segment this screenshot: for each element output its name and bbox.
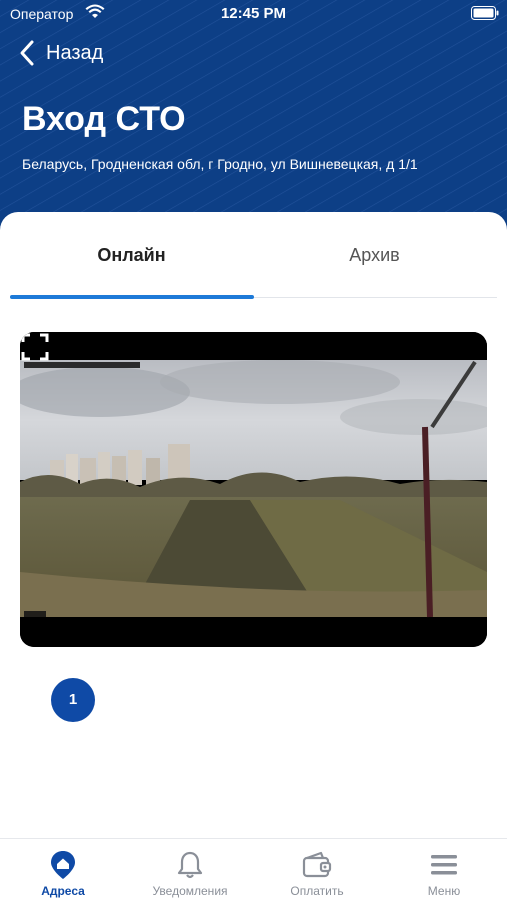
- tab-active-indicator: [10, 295, 254, 299]
- header: Оператор 12:45 PM Назад Вход СТО Беларус…: [0, 0, 507, 240]
- tab-archive[interactable]: Архив: [253, 212, 496, 298]
- nav-item-notifications[interactable]: Уведомления: [127, 839, 253, 900]
- page-button-1[interactable]: 1: [51, 678, 95, 722]
- bell-icon: [177, 851, 203, 879]
- bottom-navigation: Адреса Уведомления Оплатить Меню: [0, 838, 507, 900]
- wallet-icon: [302, 851, 332, 878]
- nav-item-pay[interactable]: Оплатить: [254, 839, 380, 900]
- tab-online[interactable]: Онлайн: [10, 212, 253, 298]
- battery-icon: [471, 6, 499, 20]
- content-card: Онлайн Архив 1: [0, 212, 507, 838]
- nav-label-notifications: Уведомления: [152, 884, 228, 898]
- back-button[interactable]: Назад: [18, 38, 103, 68]
- menu-icon: [431, 855, 457, 875]
- page-title: Вход СТО: [22, 100, 186, 138]
- nav-label-pay: Оплатить: [290, 884, 344, 898]
- chevron-left-icon: [20, 40, 34, 66]
- tab-bar: Онлайн Архив: [10, 212, 497, 299]
- nav-label-addresses: Адреса: [41, 884, 85, 898]
- back-label: Назад: [46, 41, 104, 64]
- nav-item-addresses[interactable]: Адреса: [0, 839, 126, 900]
- fullscreen-icon[interactable]: [20, 332, 50, 362]
- address-subtitle: Беларусь, Гродненская обл, г Гродно, ул …: [22, 156, 418, 172]
- camera-frame: [20, 332, 487, 647]
- status-time: 12:45 PM: [220, 5, 287, 22]
- camera-video-player[interactable]: [20, 332, 487, 647]
- nav-item-menu[interactable]: Меню: [381, 839, 507, 900]
- location-home-icon: [51, 851, 75, 879]
- nav-label-menu: Меню: [427, 884, 461, 898]
- status-bar: Оператор 12:45 PM: [0, 0, 507, 28]
